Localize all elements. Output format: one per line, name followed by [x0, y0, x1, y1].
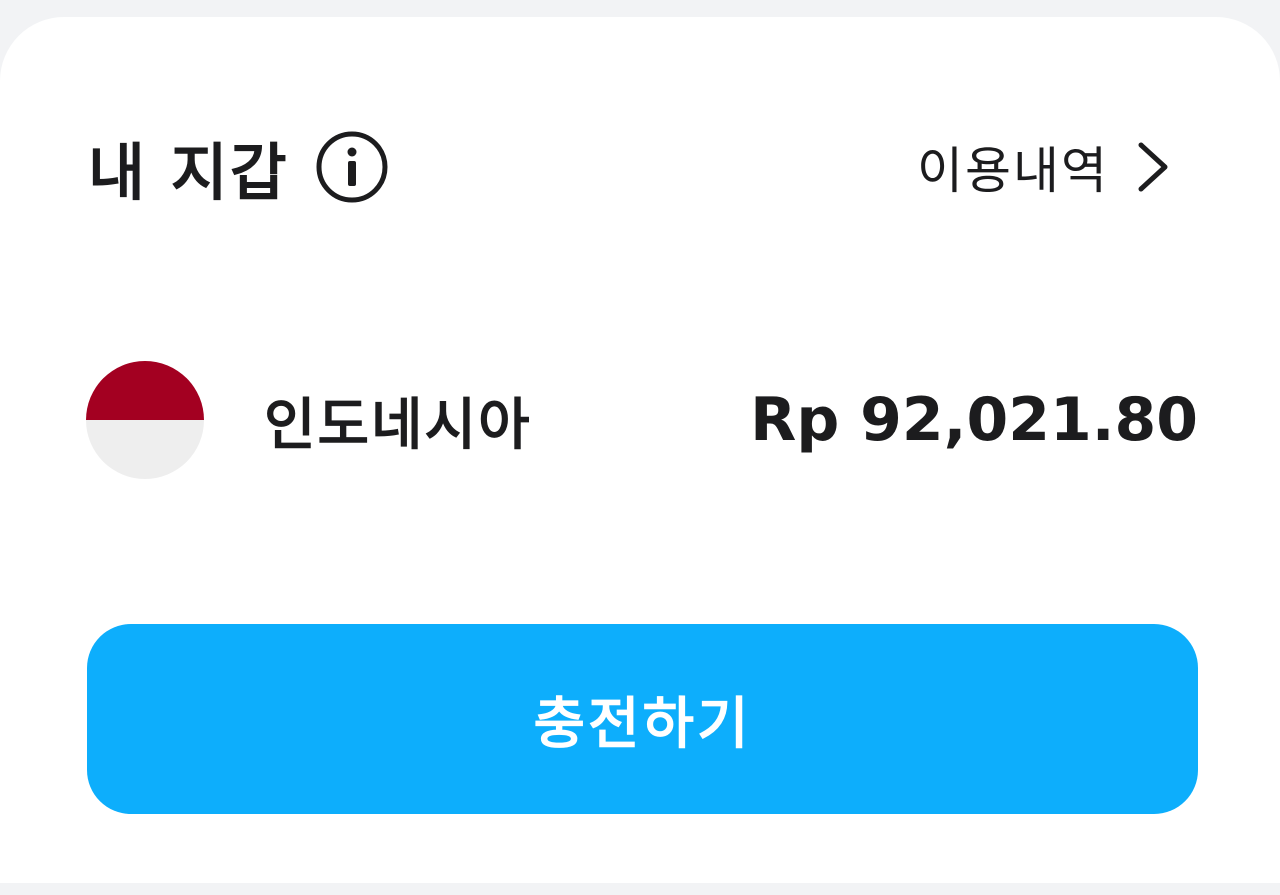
- country-name: 인도네시아: [264, 392, 532, 458]
- balance-amount: Rp 92,021.80: [750, 385, 1198, 455]
- wallet-card: 내 지갑 이용내역 인도네시아 Rp 92,021.80 충전하기: [0, 17, 1280, 883]
- info-icon[interactable]: [315, 130, 389, 204]
- indonesia-flag-icon: [86, 361, 204, 479]
- usage-history-link[interactable]: 이용내역: [917, 131, 1173, 203]
- title-group: 내 지갑: [88, 122, 389, 212]
- charge-button[interactable]: 충전하기: [87, 624, 1198, 814]
- wallet-title: 내 지갑: [88, 136, 289, 209]
- wallet-header: 내 지갑 이용내역: [88, 117, 1173, 217]
- wallet-balance-row[interactable]: 인도네시아 Rp 92,021.80: [86, 361, 1198, 479]
- usage-history-label: 이용내역: [917, 142, 1109, 200]
- chevron-right-icon: [1133, 139, 1173, 195]
